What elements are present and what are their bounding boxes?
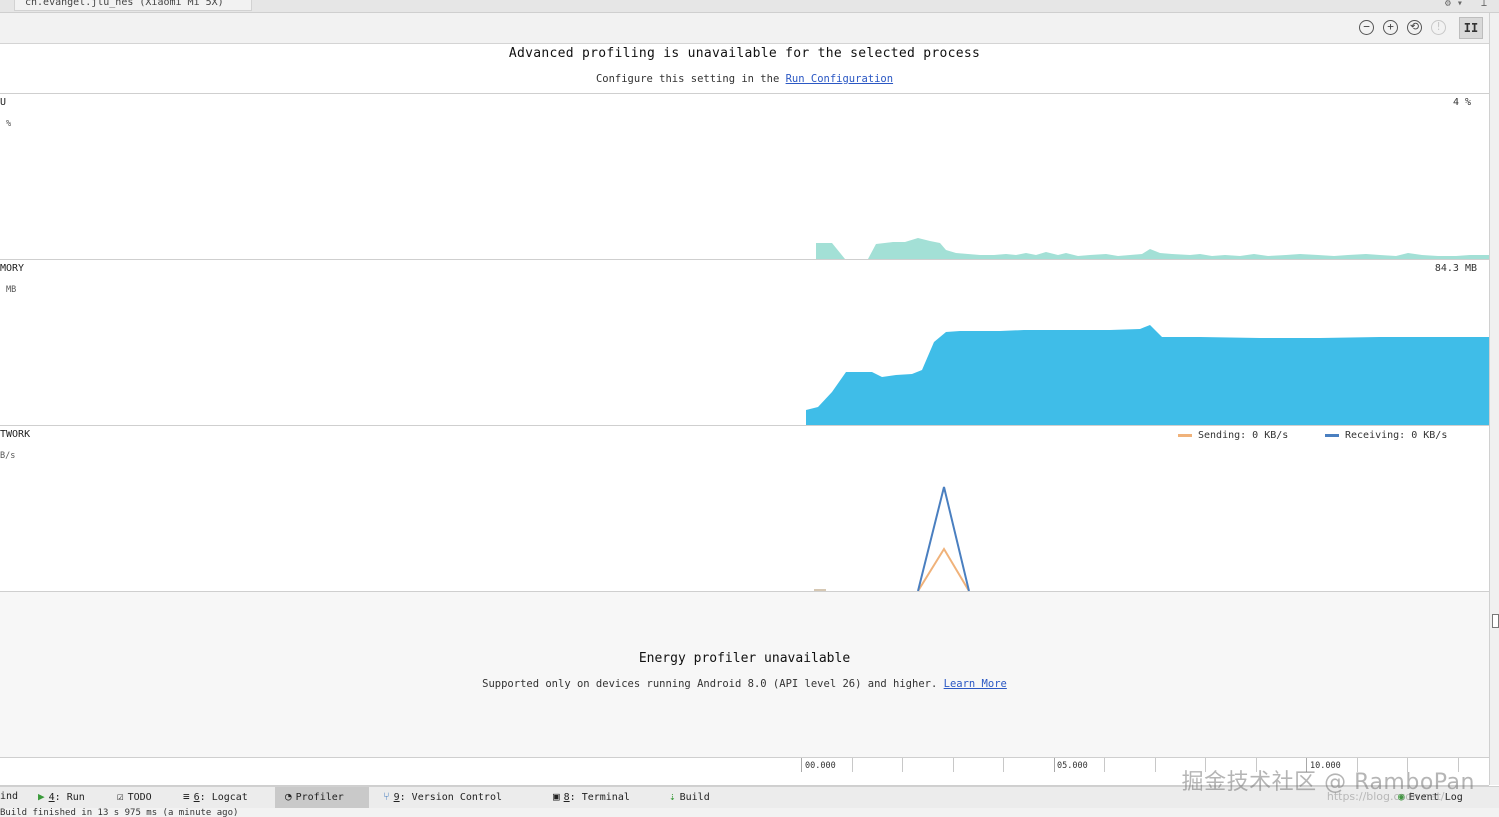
logcat-icon: ≡ [183, 790, 190, 803]
receiving-legend-text: Receiving: 0 KB/s [1345, 430, 1448, 441]
timeline-tick [902, 758, 903, 772]
find-label: ind [0, 791, 19, 802]
timeline-label: 05.000 [1057, 761, 1088, 771]
watermark-url: https://blog.csdn.net/... [1326, 790, 1455, 803]
attach-live-button[interactable]: ! [1431, 20, 1446, 35]
memory-current-value: 84.3 MB [1434, 263, 1477, 274]
network-label: TWORK [0, 429, 31, 440]
run-icon: ▶ [38, 790, 45, 803]
pause-button[interactable]: II [1459, 17, 1483, 39]
network-receiving-line [917, 486, 970, 591]
energy-title: Energy profiler unavailable [638, 651, 851, 666]
banner-title: Advanced profiling is unavailable for th… [508, 46, 981, 61]
cpu-label: U [0, 97, 7, 108]
banner-subtitle: Configure this setting in the Run Config… [0, 73, 1489, 85]
network-axis-unit: B/s [0, 451, 16, 461]
profiler-toolbar: − + ⟲ ! II [0, 13, 1489, 44]
timeline-tick [1104, 758, 1105, 772]
banner-subtitle-text: Configure this setting in the [595, 73, 786, 85]
version-control-icon: ⑂ [383, 790, 390, 803]
settings-gear-icon[interactable]: ⚙ ▾ ⊥ [1445, 0, 1487, 10]
right-gutter [1489, 13, 1499, 785]
run-configuration-link[interactable]: Run Configuration [786, 73, 893, 85]
profiler-label: Profiler [295, 792, 344, 803]
network-monitor[interactable]: TWORK B/s Sending: 0 KB/s Receiving: 0 K… [0, 426, 1489, 592]
energy-monitor: Energy profiler unavailable Supported on… [0, 592, 1489, 758]
energy-subtitle: Supported only on devices running Androi… [0, 678, 1489, 690]
cpu-usage-chart [816, 238, 1489, 259]
tool-window-profiler[interactable]: ◔ Profiler [275, 787, 369, 809]
timeline-tick [852, 758, 853, 772]
sending-legend-text: Sending: 0 KB/s [1198, 430, 1289, 441]
tool-window-logcat[interactable]: ≡ 6: Logcat [183, 787, 248, 809]
energy-subtitle-text: Supported only on devices running Androi… [482, 678, 944, 690]
todo-icon: ☑ [117, 790, 124, 803]
terminal-icon: ▣ [553, 790, 560, 803]
version-control-label: : Version Control [399, 792, 502, 803]
timeline-tick [1155, 758, 1156, 772]
memory-axis-unit: MB [6, 285, 17, 295]
timeline-tick [801, 758, 802, 772]
zoom-in-button[interactable]: + [1383, 20, 1398, 35]
side-panel-handle[interactable] [1492, 614, 1499, 628]
sending-swatch [1178, 433, 1192, 437]
memory-usage-chart [806, 325, 1489, 425]
memory-monitor[interactable]: MORY MB 84.3 MB [0, 260, 1489, 426]
reset-zoom-button[interactable]: ⟲ [1407, 20, 1422, 35]
memory-usage-area [806, 325, 1489, 425]
cpu-axis-unit: % [6, 119, 12, 129]
network-traffic-chart [814, 486, 970, 591]
receiving-swatch [1325, 433, 1339, 437]
build-icon: ⇣ [669, 790, 676, 803]
cpu-monitor[interactable]: U % 4 % [0, 94, 1489, 260]
cpu-current-value: 4 % [1452, 97, 1471, 108]
status-bar: Build finished in 13 s 975 ms (a minute … [0, 808, 1499, 817]
terminal-label: : Terminal [569, 792, 630, 803]
timeline-tick [1003, 758, 1004, 772]
todo-label: TODO [127, 792, 152, 803]
legend-receiving: Receiving: 0 KB/s [1325, 430, 1447, 441]
legend-sending: Sending: 0 KB/s [1178, 430, 1288, 441]
profiler-icon: ◔ [285, 790, 292, 803]
tool-window-terminal[interactable]: ▣ 8: Terminal [553, 787, 630, 809]
timeline-tick [1054, 758, 1055, 772]
tool-window-find[interactable]: ind [0, 787, 18, 809]
logcat-label: : Logcat [199, 792, 248, 803]
tool-window-build[interactable]: ⇣ Build [669, 787, 710, 809]
tool-window-version-control[interactable]: ⑂ 9: Version Control [383, 787, 502, 809]
timeline-tick [953, 758, 954, 772]
memory-label: MORY [0, 263, 25, 274]
zoom-out-button[interactable]: − [1359, 20, 1374, 35]
profiler-session-tab[interactable]: cn.evangel.jlu_nes (Xiaomi Mi 5X) [14, 0, 252, 11]
build-label: Build [679, 792, 710, 803]
tool-window-run[interactable]: ▶ 4: Run [38, 787, 85, 809]
tool-window-todo[interactable]: ☑ TODO [117, 787, 152, 809]
status-text: Build finished in 13 s 975 ms (a minute … [0, 808, 239, 817]
timeline-label: 00.000 [805, 761, 836, 771]
advanced-profiling-banner: Advanced profiling is unavailable for th… [0, 44, 1489, 94]
cpu-usage-area [816, 238, 1489, 259]
learn-more-link[interactable]: Learn More [944, 678, 1007, 690]
run-label: : Run [54, 792, 85, 803]
